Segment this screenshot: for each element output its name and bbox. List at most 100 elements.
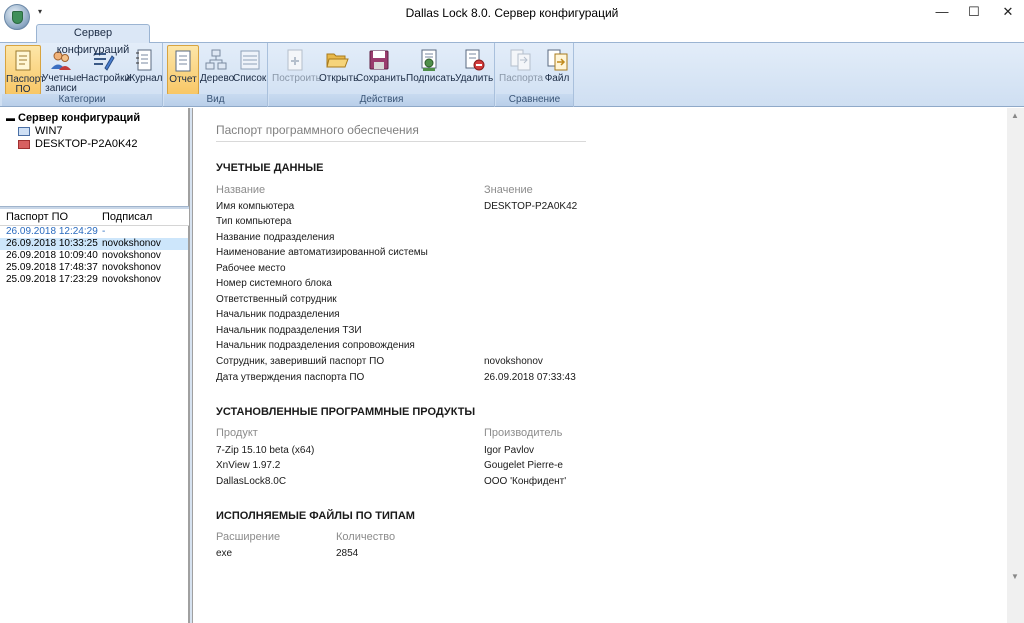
group-categories-label: Категории: [2, 94, 162, 106]
report-view: Паспорт программного обеспечения УЧЕТНЫЕ…: [193, 108, 1024, 623]
tab-config-server[interactable]: Сервер конфигураций: [36, 24, 150, 56]
open-label: Открыть: [319, 73, 359, 84]
tree-item-label: DESKTOP-P2A0K42: [35, 138, 138, 150]
passport-label: Паспорт ПО: [6, 74, 45, 95]
executables-col-ext: Расширение: [216, 531, 281, 543]
sign-label: Подписать: [406, 73, 456, 84]
close-button[interactable]: ✕: [992, 0, 1024, 24]
credential-name: Тип компьютера: [216, 216, 292, 227]
collapse-icon[interactable]: ▬: [6, 113, 15, 123]
tree-root-label: Сервер конфигураций: [18, 112, 141, 124]
row-date: 25.09.2018 17:48:37: [6, 262, 98, 273]
report-view-button[interactable]: Отчет: [167, 45, 199, 95]
build-button[interactable]: Построить: [272, 45, 321, 95]
list-view-label: Список: [233, 73, 267, 84]
compare-passports-button[interactable]: Паспорта: [499, 45, 544, 95]
executable-count: 2854: [336, 548, 359, 559]
compare-file-button[interactable]: Файл: [542, 45, 572, 95]
software-product: 7-Zip 15.10 beta (x64): [216, 445, 315, 456]
save-icon: [367, 48, 391, 72]
scroll-down-icon[interactable]: ▼: [1011, 572, 1019, 581]
computer-offline-icon: [18, 139, 30, 149]
journal-button[interactable]: Журнал: [126, 45, 163, 95]
list-view-button[interactable]: Список: [233, 45, 266, 95]
save-label: Сохранить: [356, 73, 406, 84]
group-actions: Построить Открыть Сохранить Подписать Уд…: [269, 43, 495, 107]
compare-passports-label: Паспорта: [499, 73, 544, 84]
software-vendor: ООО 'Конфидент': [484, 476, 567, 487]
delete-button[interactable]: Удалить: [455, 45, 493, 95]
open-button[interactable]: Открыть: [319, 45, 359, 95]
tree-item-win7[interactable]: WIN7: [18, 125, 63, 137]
software-vendor: Igor Pavlov: [484, 445, 535, 456]
window-title: Dallas Lock 8.0. Сервер конфигураций: [405, 6, 619, 20]
row-signer: novokshonov: [102, 238, 161, 249]
tree-view-button[interactable]: Дерево: [200, 45, 234, 95]
credential-name: Сотрудник, заверивший паспорт ПО: [216, 356, 385, 367]
credential-name: Номер системного блока: [216, 278, 332, 289]
delete-label: Удалить: [455, 73, 494, 84]
group-view: Отчет Дерево Список Вид: [164, 43, 268, 107]
list-row[interactable]: 25.09.2018 17:23:29 novokshonov: [0, 274, 188, 286]
passport-button[interactable]: Паспорт ПО: [5, 45, 45, 95]
row-signer: novokshonov: [102, 274, 161, 285]
title-divider: [216, 141, 586, 142]
credential-name: Начальник подразделения: [216, 309, 340, 320]
software-product: XnView 1.97.2: [216, 460, 281, 471]
app-logo-icon[interactable]: [4, 4, 30, 30]
executables-heading: ИСПОЛНЯЕМЫЕ ФАЙЛЫ ПО ТИПАМ: [216, 510, 415, 522]
column-header-passport[interactable]: Паспорт ПО: [6, 211, 68, 223]
compare-file-label: Файл: [544, 73, 570, 84]
scroll-up-icon[interactable]: ▲: [1011, 111, 1019, 120]
accounts-label: Учетные записи: [42, 73, 82, 94]
sign-button[interactable]: Подписать: [406, 45, 456, 95]
credential-value: novokshonov: [484, 356, 543, 367]
column-header-signer[interactable]: Подписал: [102, 211, 152, 223]
build-icon: [283, 48, 307, 72]
delete-icon: [462, 48, 486, 72]
row-date: 26.09.2018 10:09:40: [6, 250, 98, 261]
list-row-selected[interactable]: 26.09.2018 10:33:25 novokshonov: [0, 238, 188, 250]
credentials-heading: УЧЕТНЫЕ ДАННЫЕ: [216, 162, 324, 174]
tree-root[interactable]: ▬ Сервер конфигураций: [6, 112, 140, 124]
credential-name: Дата утверждения паспорта ПО: [216, 372, 365, 383]
row-date: 26.09.2018 12:24:29: [6, 226, 98, 237]
save-button[interactable]: Сохранить: [356, 45, 406, 95]
report-scrollbar[interactable]: ▲ ▼: [1007, 108, 1024, 623]
row-signer: novokshonov: [102, 262, 161, 273]
list-row[interactable]: 25.09.2018 17:48:37 novokshonov: [0, 262, 188, 274]
credential-name: Рабочее место: [216, 263, 286, 274]
row-signer: novokshonov: [102, 250, 161, 261]
group-compare: Паспорта Файл Сравнение: [496, 43, 574, 107]
passport-icon: [11, 49, 35, 73]
tree-item-label: WIN7: [35, 125, 63, 137]
ribbon: Паспорт ПО Учетные записи Настройки Журн…: [0, 42, 1024, 107]
computer-icon: [18, 126, 30, 136]
tree-icon: [204, 48, 228, 72]
list-row[interactable]: 26.09.2018 10:09:40 novokshonov: [0, 250, 188, 262]
minimize-button[interactable]: —: [926, 0, 958, 24]
report-icon: [171, 49, 195, 73]
title-bar: ▾ Dallas Lock 8.0. Сервер конфигураций —…: [0, 0, 1024, 24]
credential-value: 26.09.2018 07:33:43: [484, 372, 576, 383]
maximize-button[interactable]: ☐: [958, 0, 990, 24]
credential-value: DESKTOP-P2A0K42: [484, 201, 578, 212]
credential-name: Наименование автоматизированной системы: [216, 247, 428, 258]
row-signer: -: [102, 226, 106, 237]
software-heading: УСТАНОВЛЕННЫЕ ПРОГРАММНЫЕ ПРОДУКТЫ: [216, 406, 476, 418]
list-row[interactable]: 26.09.2018 12:24:29 -: [0, 226, 188, 238]
build-label: Построить: [272, 73, 321, 84]
software-vendor: Gougelet Pierre-e: [484, 460, 563, 471]
compare-passports-icon: [508, 48, 532, 72]
credential-name: Начальник подразделения сопровождения: [216, 340, 415, 351]
credential-name: Начальник подразделения ТЗИ: [216, 325, 362, 336]
group-actions-label: Действия: [269, 94, 494, 106]
credential-name: Имя компьютера: [216, 201, 295, 212]
report-title: Паспорт программного обеспечения: [216, 123, 419, 137]
software-col-product: Продукт: [216, 427, 258, 439]
tree-item-desktop[interactable]: DESKTOP-P2A0K42: [18, 138, 138, 150]
journal-icon: [132, 48, 156, 72]
executables-col-count: Количество: [336, 531, 396, 543]
credentials-col-value: Значение: [484, 184, 533, 196]
journal-label: Журнал: [126, 73, 163, 84]
